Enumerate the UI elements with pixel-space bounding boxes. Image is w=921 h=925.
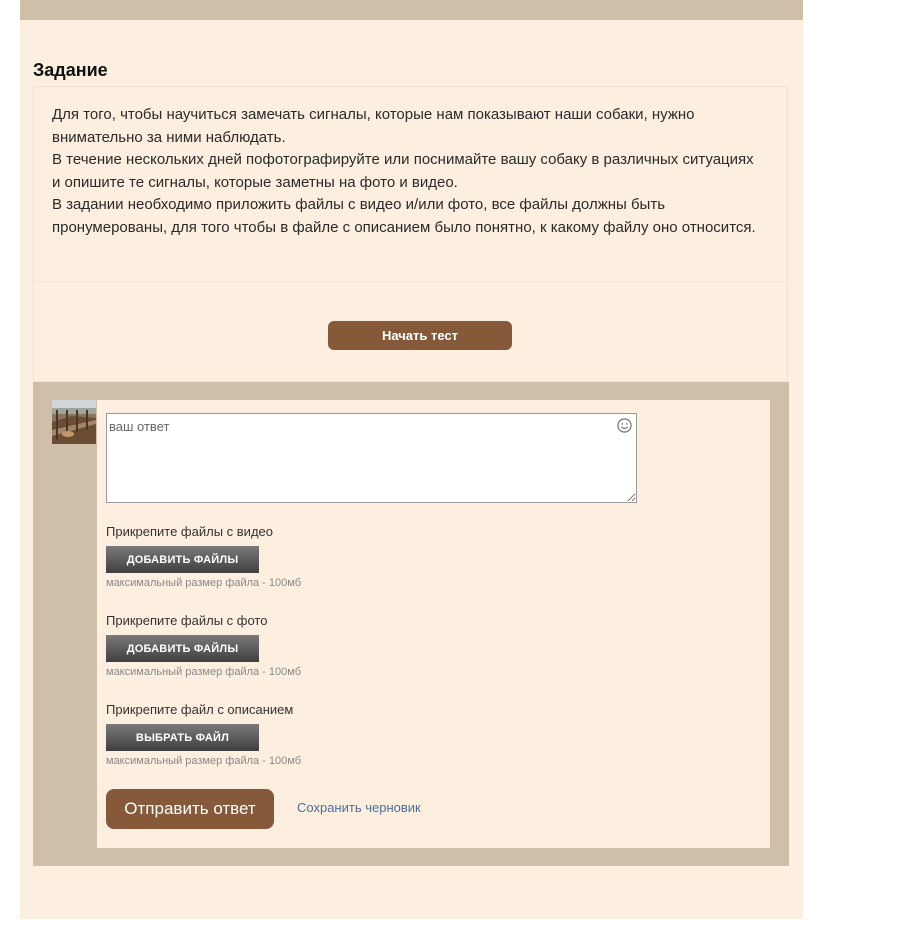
smiley-icon[interactable] — [617, 418, 632, 433]
submit-answer-button[interactable]: Отправить ответ — [106, 789, 274, 829]
task-title: Задание — [33, 60, 108, 80]
choose-description-file-button[interactable]: ВЫБРАТЬ ФАЙЛ — [106, 724, 259, 751]
video-upload-label: Прикрепите файлы с видео — [106, 524, 273, 539]
task-divider — [34, 281, 787, 282]
avatar — [52, 400, 96, 444]
answer-input[interactable] — [106, 413, 637, 503]
task-paragraph: В течение нескольких дней пофотографируй… — [52, 151, 754, 191]
add-video-files-button[interactable]: ДОБАВИТЬ ФАЙЛЫ — [106, 546, 259, 573]
description-upload-hint: максимальный размер файла - 100мб — [106, 755, 301, 767]
description-upload-label: Прикрепите файл с описанием — [106, 702, 294, 717]
start-test-button[interactable]: Начать тест — [328, 321, 512, 350]
photo-upload-label: Прикрепите файлы с фото — [106, 613, 268, 628]
task-paragraph: Для того, чтобы научиться замечать сигна… — [52, 106, 695, 146]
video-upload-hint: максимальный размер файла - 100мб — [106, 577, 301, 589]
photo-upload-hint: максимальный размер файла - 100мб — [106, 666, 301, 678]
top-bar — [20, 0, 803, 20]
add-photo-files-button[interactable]: ДОБАВИТЬ ФАЙЛЫ — [106, 635, 259, 662]
save-draft-link[interactable]: Сохранить черновик — [297, 800, 421, 815]
task-paragraph: В задании необходимо приложить файлы с в… — [52, 196, 756, 236]
avatar-photo — [52, 400, 96, 444]
task-description: Для того, чтобы научиться замечать сигна… — [52, 104, 764, 239]
